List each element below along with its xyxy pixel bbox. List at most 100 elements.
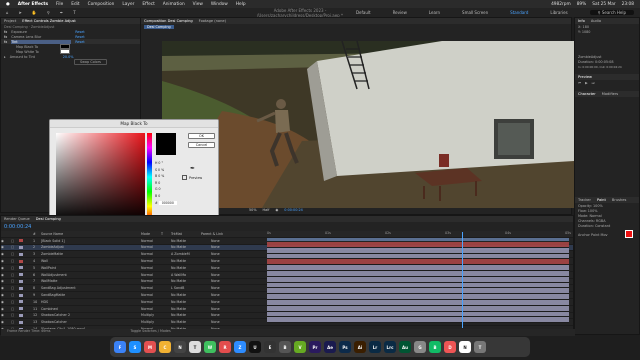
dock-app-icon[interactable]: M <box>144 341 156 353</box>
lock-icon[interactable]: □ <box>11 313 19 317</box>
search-help-field[interactable]: ⚲ Search Help <box>589 10 634 15</box>
color-field[interactable] <box>56 133 145 221</box>
dock-app-icon[interactable]: F <box>114 341 126 353</box>
tab-brushes[interactable]: Brushes <box>612 198 626 202</box>
dock-app-icon[interactable]: D <box>444 341 456 353</box>
field-s[interactable]: S 0 % <box>155 167 185 174</box>
layer-trkmat[interactable]: No Matte <box>171 239 211 243</box>
lock-icon[interactable]: □ <box>11 245 19 249</box>
current-time[interactable]: 0:00:00:24 <box>4 224 31 230</box>
layer-mode[interactable]: Normal <box>141 300 171 304</box>
layer-trkmat[interactable]: No Matte <box>171 266 211 270</box>
layer-parent[interactable]: None <box>211 293 251 297</box>
last-frame-icon[interactable]: ⏭ <box>592 81 595 85</box>
visibility-eye-icon[interactable]: ◉ <box>1 286 11 290</box>
label-color[interactable] <box>19 320 23 324</box>
field-h[interactable]: H 0 ° <box>155 160 185 167</box>
dock-app-icon[interactable]: Ai <box>354 341 366 353</box>
dock-app-icon[interactable]: Ps <box>339 341 351 353</box>
layer-parent[interactable]: None <box>211 300 251 304</box>
visibility-eye-icon[interactable]: ◉ <box>1 320 11 324</box>
label-color[interactable] <box>19 239 23 243</box>
layer-name[interactable]: HDS <box>41 300 141 304</box>
lock-icon[interactable]: □ <box>11 286 19 290</box>
label-color[interactable] <box>19 252 23 256</box>
layer-name[interactable]: Combined <box>41 307 141 311</box>
layer-track-bar[interactable] <box>267 317 569 324</box>
layer-mode[interactable]: Multiply <box>141 313 171 317</box>
dock-app-icon[interactable]: V <box>294 341 306 353</box>
workspace-standard[interactable]: Standard <box>510 10 528 15</box>
visibility-eye-icon[interactable]: ◉ <box>1 307 11 311</box>
workspace-review[interactable]: Review <box>393 10 407 15</box>
field-r[interactable]: R 0 <box>155 180 185 187</box>
lock-icon[interactable]: □ <box>11 239 19 243</box>
reset-link[interactable]: Reset <box>75 35 84 39</box>
layer-parent[interactable]: None <box>211 239 251 243</box>
layer-mode[interactable]: Normal <box>141 286 171 290</box>
layer-parent[interactable]: None <box>211 307 251 311</box>
swap-colors-button[interactable]: Swap Colors <box>74 58 107 65</box>
layer-mode[interactable]: Normal <box>141 266 171 270</box>
dock-app-icon[interactable]: T <box>189 341 201 353</box>
comp-timecode[interactable]: 0:00:00:24 <box>284 208 303 212</box>
dock-app-icon[interactable]: N <box>459 341 471 353</box>
home-icon[interactable]: ⌂ <box>6 10 9 15</box>
tab-project[interactable]: Project <box>4 19 16 23</box>
layer-trkmat[interactable]: No Matte <box>171 300 211 304</box>
visibility-eye-icon[interactable]: ◉ <box>1 259 11 263</box>
layer-mode[interactable]: Normal <box>141 245 171 249</box>
dock-app-icon[interactable]: B <box>279 341 291 353</box>
dock-app-icon[interactable]: Au <box>399 341 411 353</box>
visibility-eye-icon[interactable]: ◉ <box>1 293 11 297</box>
menu-effect[interactable]: Effect <box>142 2 154 7</box>
layer-trkmat[interactable]: No Matte <box>171 320 211 324</box>
tab-character[interactable]: Character <box>578 92 596 96</box>
menu-file[interactable]: File <box>56 2 63 7</box>
layer-name[interactable]: ShadowCatcher 2 <box>41 313 141 317</box>
layer-trkmat[interactable]: No Matte <box>171 279 211 283</box>
layer-trkmat[interactable]: No Matte <box>171 245 211 249</box>
menu-help[interactable]: Help <box>236 2 246 7</box>
lock-icon[interactable]: □ <box>11 259 19 263</box>
layer-parent[interactable]: None <box>211 266 251 270</box>
visibility-eye-icon[interactable]: ◉ <box>1 313 11 317</box>
visibility-eye-icon[interactable]: ◉ <box>1 279 11 283</box>
field-hex[interactable]: # 000000 <box>155 200 185 207</box>
dock-app-icon[interactable]: G <box>414 341 426 353</box>
visibility-eye-icon[interactable]: ◉ <box>1 266 11 270</box>
first-frame-icon[interactable]: ⏮ <box>578 81 581 85</box>
layer-trkmat[interactable]: No Matte <box>171 307 211 311</box>
amount-value[interactable]: 20.0% <box>63 55 74 59</box>
layer-mode[interactable]: Normal <box>141 307 171 311</box>
field-g[interactable]: G 0 <box>155 186 185 193</box>
preview-checkbox[interactable]: Preview <box>182 175 202 180</box>
battery-status[interactable]: 89% <box>577 2 587 7</box>
label-color[interactable] <box>19 313 23 317</box>
eyedropper-icon[interactable]: ✒ <box>190 165 195 172</box>
cancel-button[interactable]: Cancel <box>188 142 215 148</box>
layer-name[interactable]: Wall <box>41 259 141 263</box>
dock-app-icon[interactable]: Lrc <box>384 341 396 353</box>
layer-parent[interactable]: None <box>211 286 251 290</box>
lock-icon[interactable]: □ <box>11 300 19 304</box>
dock-app-icon[interactable]: B <box>429 341 441 353</box>
dock-app-icon[interactable]: R <box>219 341 231 353</box>
layer-mode[interactable]: Multiply <box>141 320 171 324</box>
layer-mode[interactable]: Normal <box>141 293 171 297</box>
label-color[interactable] <box>19 266 23 270</box>
lock-icon[interactable]: □ <box>11 252 19 256</box>
layer-name[interactable]: ShadowCatcher <box>41 320 141 324</box>
resolution-dropdown[interactable]: Half <box>263 208 270 212</box>
visibility-eye-icon[interactable]: ◉ <box>1 300 11 304</box>
menu-view[interactable]: View <box>193 2 203 7</box>
paint-duration[interactable]: Duration: Constant <box>575 223 639 228</box>
layer-name[interactable]: WallMatte <box>41 279 141 283</box>
workspace-learn[interactable]: Learn <box>429 10 440 15</box>
tab-desi-comping[interactable]: Desi Comping <box>36 217 61 221</box>
tab-composition[interactable]: Composition Desi Comping <box>144 19 193 23</box>
layer-name[interactable]: SandBagMatte <box>41 293 141 297</box>
layer-name[interactable]: WallAdjustment <box>41 273 141 277</box>
layer-trkmat[interactable]: No Matte <box>171 313 211 317</box>
layer-trkmat[interactable]: No Matte <box>171 259 211 263</box>
